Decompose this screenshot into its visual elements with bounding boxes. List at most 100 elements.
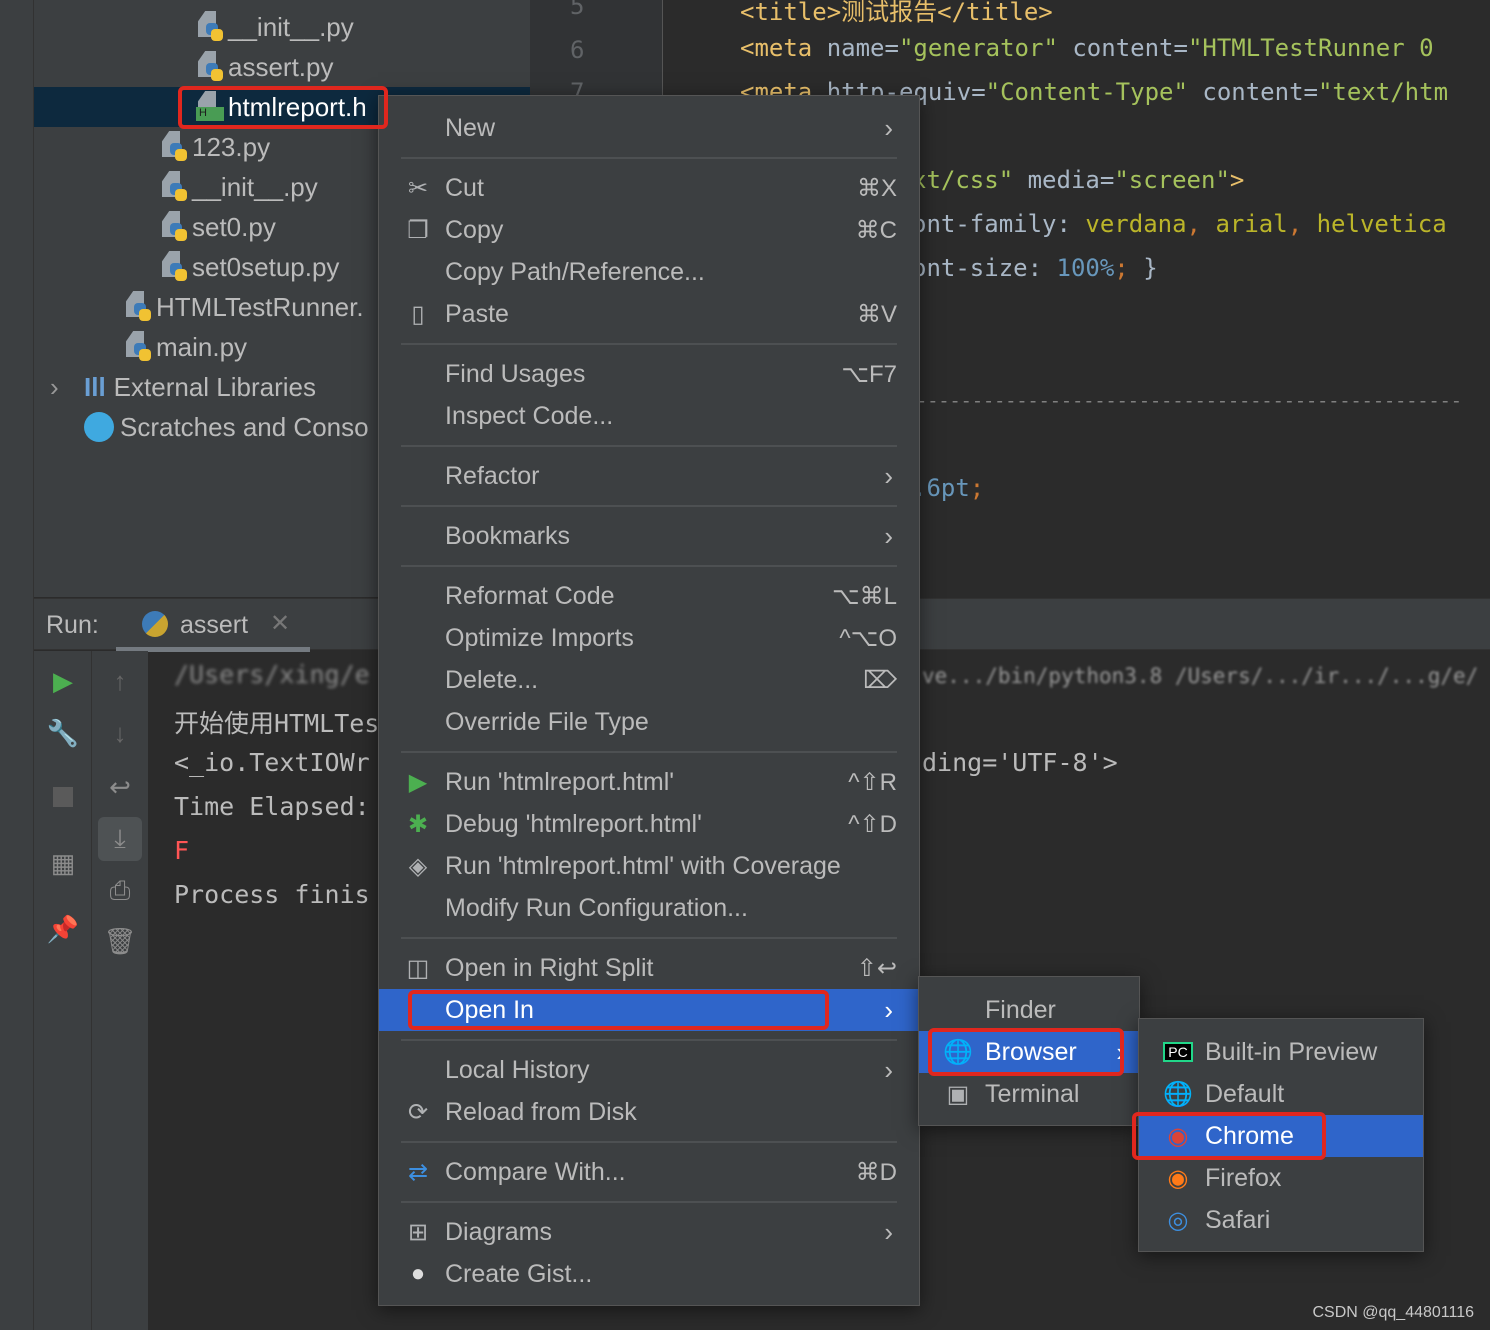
menu-separator xyxy=(379,743,919,761)
menu-item-run-htmlreport-html[interactable]: ▶ Run 'htmlreport.html' ^⇧R xyxy=(379,761,919,803)
tree-item[interactable]: 123.py xyxy=(160,127,270,167)
code-token: ont-family: xyxy=(912,210,1086,238)
code-token: 100% xyxy=(1056,254,1115,282)
python-file-icon xyxy=(160,131,188,163)
tree-item[interactable]: Ill External Libraries xyxy=(84,367,316,407)
trash-icon[interactable]: 🗑 xyxy=(100,921,140,961)
menu-item-default[interactable]: 🌐 Default xyxy=(1139,1073,1423,1115)
menu-item-label: Debug 'htmlreport.html' xyxy=(445,809,702,838)
python-file-icon xyxy=(124,331,152,363)
menu-item-copy[interactable]: ❐ Copy ⌘C xyxy=(379,209,919,251)
menu-item-label: Default xyxy=(1205,1079,1285,1108)
menu-separator xyxy=(379,1133,919,1151)
run-toolbar-secondary: ↑ ↓ ↩ ⤓ ⎙ 🗑 xyxy=(92,651,148,1330)
menu-item-delete[interactable]: Delete... ⌦ xyxy=(379,659,919,701)
menu-item-label: Diagrams xyxy=(445,1217,552,1246)
safari-icon: ◎ xyxy=(1167,1206,1189,1234)
tree-item[interactable]: assert.py xyxy=(196,47,334,87)
menu-separator xyxy=(379,929,919,947)
run-tab-assert[interactable]: assert ✕ xyxy=(116,599,310,652)
code-token: .6pt xyxy=(912,474,970,502)
print-icon[interactable]: ⎙ xyxy=(100,871,140,911)
scroll-to-end-icon[interactable]: ⤓ xyxy=(98,817,142,861)
menu-item-finder[interactable]: Finder xyxy=(919,989,1139,1031)
stop-icon[interactable] xyxy=(43,777,83,817)
menu-item-label: Find Usages xyxy=(445,359,586,388)
shortcut: ^⇧R xyxy=(848,768,897,796)
tree-item[interactable]: __init__.py xyxy=(196,7,354,47)
menu-item-create-gist[interactable]: ● Create Gist... xyxy=(379,1253,919,1295)
watermark: CSDN @qq_44801116 xyxy=(1312,1304,1474,1321)
menu-item-bookmarks[interactable]: Bookmarks › xyxy=(379,515,919,557)
menu-item-reload-from-disk[interactable]: ⟳ Reload from Disk xyxy=(379,1091,919,1133)
code-line: xt/css" media="screen"> xyxy=(912,166,1244,194)
tree-item[interactable]: main.py xyxy=(124,327,247,367)
menu-item-label: Create Gist... xyxy=(445,1259,593,1288)
python-file-icon xyxy=(196,51,224,83)
menu-item-label: Run 'htmlreport.html' xyxy=(445,767,675,796)
console-line: <_io.TextIOWr xyxy=(174,748,370,777)
tree-item[interactable]: set0setup.py xyxy=(160,247,339,287)
menu-item-override-file-type[interactable]: Override File Type xyxy=(379,701,919,743)
pin-icon[interactable]: 📌 xyxy=(43,909,83,949)
scratches-icon xyxy=(84,412,114,442)
tree-item[interactable]: __init__.py xyxy=(160,167,318,207)
python-icon xyxy=(142,611,168,637)
menu-separator xyxy=(379,1031,919,1049)
chevron-right-icon: › xyxy=(884,460,893,491)
wrench-icon[interactable]: 🔧 xyxy=(43,713,83,753)
tree-item[interactable]: HTMLTestRunner. xyxy=(124,287,364,327)
code-token: , xyxy=(1287,210,1317,238)
menu-item-diagrams[interactable]: ⊞ Diagrams › xyxy=(379,1211,919,1253)
menu-item-local-history[interactable]: Local History › xyxy=(379,1049,919,1091)
code-token: verdana xyxy=(1085,210,1187,238)
menu-item-copy-path-reference[interactable]: Copy Path/Reference... xyxy=(379,251,919,293)
menu-item-safari[interactable]: ◎ Safari xyxy=(1139,1199,1423,1241)
tree-item[interactable]: set0.py xyxy=(160,207,276,247)
debug-icon: ✱ xyxy=(407,810,429,838)
code-line: ----------------------------------------… xyxy=(916,390,1462,412)
menu-item-label: Safari xyxy=(1205,1205,1271,1234)
down-arrow-icon[interactable]: ↓ xyxy=(100,713,140,753)
menu-item-cut[interactable]: ✂ Cut ⌘X xyxy=(379,167,919,209)
code-token: "HTMLTestRunner 0 xyxy=(1187,34,1434,62)
python-file-icon xyxy=(160,171,188,203)
menu-item-terminal[interactable]: ▣ Terminal xyxy=(919,1073,1139,1115)
menu-item-new[interactable]: New › xyxy=(379,107,919,149)
shortcut: ⌘C xyxy=(855,216,897,244)
close-tab-icon[interactable]: ✕ xyxy=(270,609,290,638)
menu-item-find-usages[interactable]: Find Usages ⌥F7 xyxy=(379,353,919,395)
tree-item[interactable]: Scratches and Conso xyxy=(84,407,369,447)
python-file-icon xyxy=(160,211,188,243)
code-token: <meta xyxy=(740,34,813,62)
menu-separator xyxy=(379,1193,919,1211)
firefox-icon: ◉ xyxy=(1167,1164,1189,1192)
menu-item-built-in-preview[interactable]: PC Built-in Preview xyxy=(1139,1031,1423,1073)
shortcut: ^⇧D xyxy=(848,810,897,838)
menu-item-firefox[interactable]: ◉ Firefox xyxy=(1139,1157,1423,1199)
annotation-box-open-in xyxy=(408,990,829,1030)
menu-item-reformat-code[interactable]: Reformat Code ⌥⌘L xyxy=(379,575,919,617)
menu-item-open-in-right-split[interactable]: ◫ Open in Right Split ⇧↩ xyxy=(379,947,919,989)
soft-wrap-icon[interactable]: ↩ xyxy=(100,767,140,807)
up-arrow-icon[interactable]: ↑ xyxy=(100,661,140,701)
python-file-icon xyxy=(196,11,224,43)
tree-item-label: __init__.py xyxy=(228,11,354,42)
menu-item-label: Refactor xyxy=(445,461,540,490)
menu-item-run-htmlreport-html-with-coverage[interactable]: ◈ Run 'htmlreport.html' with Coverage xyxy=(379,845,919,887)
menu-item-inspect-code[interactable]: Inspect Code... xyxy=(379,395,919,437)
menu-item-paste[interactable]: ▯ Paste ⌘V xyxy=(379,293,919,335)
layout-icon[interactable]: ▦ xyxy=(43,843,83,883)
code-token: helvetica xyxy=(1316,210,1447,238)
rerun-icon[interactable]: ▶ xyxy=(43,661,83,701)
python-file-icon xyxy=(124,291,152,323)
tree-item-label: HTMLTestRunner. xyxy=(156,291,364,322)
menu-item-compare-with[interactable]: ⇄ Compare With... ⌘D xyxy=(379,1151,919,1193)
menu-item-refactor[interactable]: Refactor › xyxy=(379,455,919,497)
menu-item-debug-htmlreport-html[interactable]: ✱ Debug 'htmlreport.html' ^⇧D xyxy=(379,803,919,845)
expand-chevron-icon[interactable]: › xyxy=(50,367,59,407)
menu-item-optimize-imports[interactable]: Optimize Imports ^⌥O xyxy=(379,617,919,659)
console-line: Process finis xyxy=(174,880,370,909)
menu-item-modify-run-configuration[interactable]: Modify Run Configuration... xyxy=(379,887,919,929)
menu-separator xyxy=(379,335,919,353)
